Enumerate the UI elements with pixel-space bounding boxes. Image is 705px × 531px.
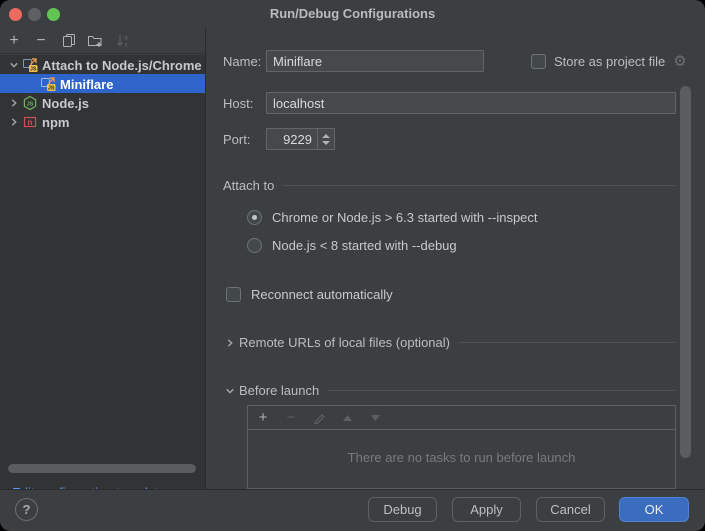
before-launch-title: Before launch [239,383,319,398]
before-launch-panel: + − There are no tasks to run before lau… [247,405,676,489]
add-task-icon[interactable]: + [256,411,270,425]
section-divider [283,185,675,186]
increment-icon[interactable] [322,134,330,138]
sidebar-toolbar: + − az [0,28,205,54]
tree-item-label: Miniflare [60,77,113,92]
move-up-icon[interactable] [340,411,354,425]
port-input[interactable] [266,128,318,150]
new-folder-icon[interactable] [87,33,103,49]
ok-button[interactable]: OK [619,497,689,522]
dialog-title: Run/Debug Configurations [0,0,705,28]
gear-icon[interactable]: ⚙ [673,52,686,70]
section-divider [328,390,675,391]
edit-task-icon[interactable] [312,411,326,425]
svg-text:z: z [124,43,127,49]
chevron-down-icon[interactable] [223,386,237,396]
attach-to-title: Attach to [223,178,274,193]
npm-icon: n [22,114,38,130]
decrement-icon[interactable] [322,141,330,145]
chevron-right-icon[interactable] [6,98,22,108]
add-configuration-icon[interactable]: + [6,33,22,49]
svg-text:n: n [28,118,33,127]
before-launch-toolbar: + − [248,406,675,430]
reconnect-checkbox[interactable] [226,287,241,302]
configuration-form: Name: Store as project file ⚙ Host: Port… [207,28,705,489]
name-label: Name: [223,54,261,69]
section-divider [459,342,675,343]
tree-item-miniflare[interactable]: JS Miniflare [0,74,205,93]
svg-text:a: a [124,36,128,42]
port-stepper[interactable] [318,128,335,150]
title-bar: Run/Debug Configurations [0,0,705,28]
move-down-icon[interactable] [368,411,382,425]
radio-selected-icon[interactable] [247,210,262,225]
remove-task-icon[interactable]: − [284,411,298,425]
attach-nodejs-icon: JS [22,57,38,73]
remote-urls-title: Remote URLs of local files (optional) [239,335,450,350]
dialog-footer: ? Debug Apply Cancel OK [0,489,705,531]
reconnect-label: Reconnect automatically [251,287,393,302]
configurations-tree: JS Attach to Node.js/Chrome JS Miniflare… [0,55,205,489]
reconnect-automatically-row[interactable]: Reconnect automatically [226,287,393,302]
host-label: Host: [223,96,253,111]
svg-text:JS: JS [27,101,34,107]
apply-button[interactable]: Apply [452,497,521,522]
tree-item-nodejs[interactable]: JS Node.js [0,93,205,112]
cancel-button[interactable]: Cancel [536,497,605,522]
attach-nodejs-icon: JS [40,76,56,92]
svg-text:JS: JS [30,67,37,73]
before-launch-expander[interactable]: Before launch [223,383,675,398]
chevron-down-icon[interactable] [6,60,22,70]
radio-unselected-icon[interactable] [247,238,262,253]
tree-item-label: Attach to Node.js/Chrome [42,58,202,73]
chevron-right-icon[interactable] [6,117,22,127]
configurations-sidebar: + − az JS Attach to Node.js/Chrome [0,28,206,489]
store-as-project-file-checkbox[interactable] [531,54,546,69]
help-button[interactable]: ? [15,498,38,521]
radio-chrome-inspect[interactable]: Chrome or Node.js > 6.3 started with --i… [247,210,538,225]
tree-item-label: npm [42,115,69,130]
svg-text:JS: JS [48,86,55,92]
copy-configuration-icon[interactable] [60,33,76,49]
store-as-project-file-row: Store as project file ⚙ [531,52,687,70]
run-debug-configurations-dialog: Run/Debug Configurations + − az JS [0,0,705,531]
before-launch-empty-text: There are no tasks to run before launch [248,450,675,465]
debug-button[interactable]: Debug [368,497,437,522]
name-input[interactable] [266,50,484,72]
tree-item-label: Node.js [42,96,89,111]
tree-item-attach-to-nodejs-chrome[interactable]: JS Attach to Node.js/Chrome [0,55,205,74]
remove-configuration-icon[interactable]: − [33,33,49,49]
radio-nodejs-debug[interactable]: Node.js < 8 started with --debug [247,238,457,253]
attach-to-section-header: Attach to [223,178,675,193]
chevron-right-icon[interactable] [223,338,237,348]
sort-configurations-icon[interactable]: az [114,33,130,49]
radio-label: Node.js < 8 started with --debug [272,238,457,253]
store-as-project-file-label: Store as project file [554,54,665,69]
remote-urls-expander[interactable]: Remote URLs of local files (optional) [223,335,675,350]
port-label: Port: [223,132,250,147]
horizontal-scrollbar-thumb[interactable] [8,464,196,473]
port-spinner [266,128,335,150]
nodejs-icon: JS [22,95,38,111]
radio-label: Chrome or Node.js > 6.3 started with --i… [272,210,538,225]
tree-item-npm[interactable]: n npm [0,112,205,131]
vertical-scrollbar-thumb[interactable] [680,86,691,458]
host-input[interactable] [266,92,676,114]
